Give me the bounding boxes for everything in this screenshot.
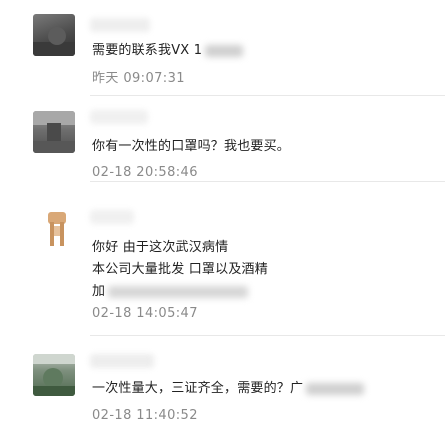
comment-text-line: 一次性量大，三证齐全，需要的？广 (92, 381, 304, 396)
comment-text: 你有一次性的口罩吗？我也要买。 (92, 135, 290, 154)
username-redacted (90, 110, 148, 124)
comment-text: 需要的联系我VX 1 (92, 39, 244, 58)
comment-feed: 需要的联系我VX 1 昨天 09:07:31 你有一次性的口罩吗？我也要买。 0… (0, 0, 445, 438)
comment-timestamp: 02-18 14:05:47 (92, 306, 198, 321)
user-avatar-icon (48, 212, 66, 246)
redacted-contact (306, 382, 365, 395)
comment-item[interactable]: 一次性量大，三证齐全，需要的？广 02-18 11:40:52 (0, 336, 445, 438)
comment-timestamp: 昨天 09:07:31 (92, 71, 185, 86)
comment-timestamp: 02-18 20:58:46 (92, 165, 198, 180)
comment-text-line: 加 (92, 284, 106, 299)
user-avatar-icon (33, 27, 75, 56)
comment-timestamp: 02-18 11:40:52 (92, 408, 198, 423)
avatar[interactable] (33, 354, 75, 396)
avatar[interactable] (44, 210, 70, 248)
username-redacted (90, 354, 154, 368)
comment-text-line: 你好 由于这次武汉病情 (92, 240, 229, 255)
redacted-contact (108, 285, 249, 298)
username-redacted (90, 18, 150, 32)
avatar[interactable] (33, 14, 75, 56)
comment-text: 加 (92, 280, 249, 299)
username-redacted (90, 210, 134, 224)
comment-text: 一次性量大，三证齐全，需要的？广 (92, 377, 365, 396)
comment-item[interactable]: 你好 由于这次武汉病情 本公司大量批发 口罩以及酒精 加 02-18 14:05… (0, 182, 445, 334)
user-avatar-icon (33, 111, 75, 153)
comment-text-line: 本公司大量批发 口罩以及酒精 (92, 262, 268, 277)
comment-item[interactable]: 你有一次性的口罩吗？我也要买。 02-18 20:58:46 (0, 96, 445, 181)
comment-text-line: 需要的联系我VX 1 (92, 43, 203, 58)
avatar[interactable] (33, 111, 75, 153)
comment-item[interactable]: 需要的联系我VX 1 昨天 09:07:31 (0, 0, 445, 95)
user-avatar-icon (33, 354, 75, 396)
redacted-contact (205, 44, 244, 57)
comment-text-line: 你有一次性的口罩吗？我也要买。 (92, 139, 291, 154)
